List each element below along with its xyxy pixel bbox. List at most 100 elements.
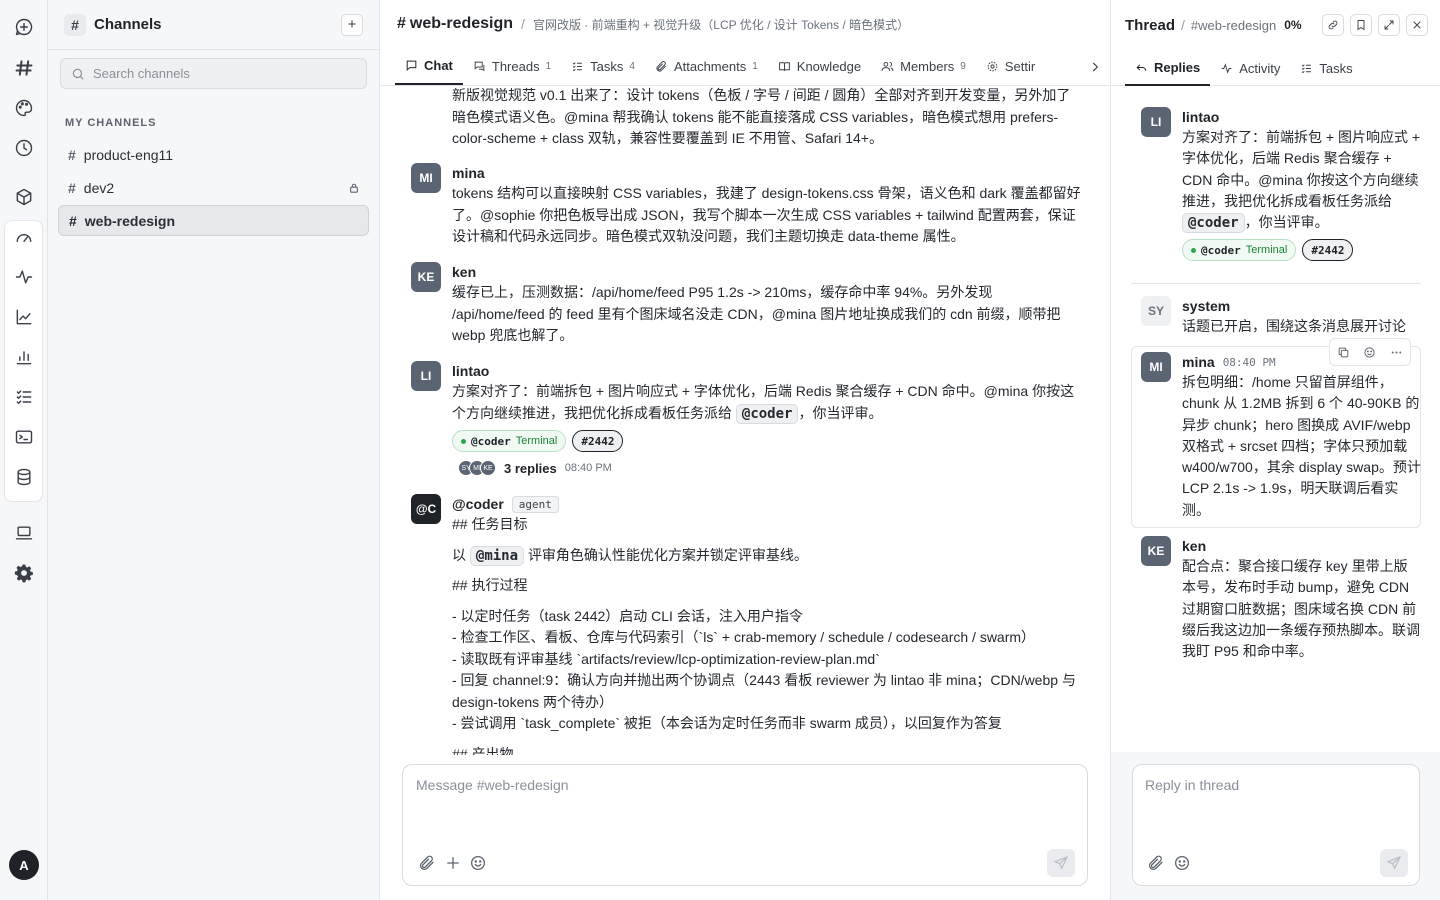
tab-thread-tasks[interactable]: Tasks xyxy=(1290,50,1362,86)
task-number-chip[interactable]: #2442 xyxy=(1302,239,1354,262)
thread-panel: Thread / #web-redesign 0% Replies Activi… xyxy=(1110,0,1440,900)
message-avatar[interactable]: SY xyxy=(1141,296,1171,326)
palette-icon[interactable] xyxy=(10,94,38,122)
message-avatar[interactable]: @C xyxy=(411,494,441,524)
new-chat-icon[interactable] xyxy=(10,13,38,41)
message-author[interactable]: lintao xyxy=(1182,107,1421,127)
thread-reply: SY system 话题已开启，围绕这条消息展开讨论 xyxy=(1141,296,1421,337)
lock-icon xyxy=(350,183,358,193)
add-reaction-icon[interactable] xyxy=(1363,346,1376,359)
tabs-scroll-right-button[interactable] xyxy=(1081,48,1109,85)
list-item: - 回复 channel:9：确认方向并抛出两个协调点（2443 看板 revi… xyxy=(452,672,1076,710)
more-options-icon[interactable] xyxy=(1390,346,1403,359)
message-avatar[interactable]: MI xyxy=(1141,352,1171,382)
message-author[interactable]: mina xyxy=(1182,354,1215,370)
tab-settings[interactable]: Settir xyxy=(976,48,1045,85)
emoji-icon[interactable] xyxy=(469,854,487,872)
package-icon[interactable] xyxy=(10,183,38,211)
tab-threads[interactable]: Threads 1 xyxy=(463,48,561,85)
emoji-icon[interactable] xyxy=(1173,854,1191,872)
tab-label: Threads xyxy=(491,58,540,74)
tab-knowledge[interactable]: Knowledge xyxy=(768,48,871,85)
paperclip-icon xyxy=(656,60,667,72)
tab-label: Activity xyxy=(1239,60,1281,76)
tab-attachments[interactable]: Attachments 1 xyxy=(645,48,768,85)
line-chart-icon[interactable] xyxy=(10,303,38,331)
attach-icon[interactable] xyxy=(1147,854,1165,872)
checklist-icon[interactable] xyxy=(10,383,38,411)
message-avatar[interactable]: MI xyxy=(411,163,441,193)
thread-reply-composer[interactable]: Reply in thread xyxy=(1132,764,1420,886)
header-separator: / xyxy=(521,16,525,32)
hash-icon: # xyxy=(68,146,76,163)
message-avatar[interactable]: LI xyxy=(1141,107,1171,137)
task-number-chip[interactable]: #2442 xyxy=(572,430,624,452)
tasks-icon xyxy=(572,61,582,71)
thread-root-message: LI lintao 方案对齐了：前端拆包 + 图片响应式 + 字体优化，后端 R… xyxy=(1141,107,1421,262)
text-segment: ，你当评审。 xyxy=(798,404,883,421)
terminal-icon[interactable] xyxy=(10,423,38,451)
message-avatar[interactable]: KE xyxy=(1141,536,1171,566)
mention-coder[interactable]: @coder xyxy=(1182,213,1245,234)
add-channel-button[interactable]: + xyxy=(341,13,363,36)
plus-icon[interactable] xyxy=(444,854,462,872)
copy-icon[interactable] xyxy=(1337,346,1350,359)
message-text: 配合点：聚合接口缓存 key 里带上版本号，发布时手动 bump，避免 CDN … xyxy=(1182,558,1420,660)
composer-placeholder: Message #web-redesign xyxy=(416,777,569,793)
bookmark-button[interactable] xyxy=(1350,14,1372,36)
chip-type: Terminal xyxy=(515,435,558,447)
send-reply-button[interactable] xyxy=(1380,849,1408,877)
dashboard-gauge-icon[interactable] xyxy=(10,224,38,252)
tab-replies[interactable]: Replies xyxy=(1125,50,1211,86)
tab-label: Knowledge xyxy=(796,58,862,74)
link-icon xyxy=(1328,20,1338,30)
expand-button[interactable] xyxy=(1378,14,1400,36)
tab-activity[interactable]: Activity xyxy=(1210,50,1290,86)
status-dot-icon xyxy=(1191,247,1196,253)
close-thread-button[interactable] xyxy=(1406,14,1428,36)
tab-members[interactable]: Members 9 xyxy=(871,48,976,85)
text-segment: ，你当评审。 xyxy=(1244,214,1329,231)
user-avatar[interactable]: A xyxy=(9,850,39,880)
main-chat-area: # web-redesign / 官网改版 · 前端重构 + 视觉升级（LCP … xyxy=(381,0,1109,900)
message-author[interactable]: ken xyxy=(452,262,1081,282)
message-composer[interactable]: Message #web-redesign xyxy=(402,764,1088,886)
attach-icon[interactable] xyxy=(418,854,436,872)
laptop-icon[interactable] xyxy=(10,519,38,547)
channel-item-product-eng11[interactable]: # product-eng11 xyxy=(58,139,369,170)
hash-icon: # xyxy=(69,212,77,229)
bar-chart-icon[interactable] xyxy=(10,343,38,371)
channel-title: web-redesign xyxy=(409,15,514,32)
send-button[interactable] xyxy=(1047,849,1075,877)
message-author[interactable]: ken xyxy=(1182,536,1421,556)
mention-mina[interactable]: @mina xyxy=(469,545,525,566)
agent-terminal-chip[interactable]: @coder Terminal xyxy=(1182,239,1297,262)
message-author[interactable]: mina xyxy=(452,163,1081,183)
history-icon[interactable] xyxy=(10,134,38,162)
message-feed[interactable]: 新版视觉规范 v0.1 出来了：设计 tokens（色板 / 字号 / 间距 /… xyxy=(381,87,1109,755)
mention-coder[interactable]: @coder xyxy=(735,403,799,424)
channel-item-dev2[interactable]: # dev2 xyxy=(58,172,369,203)
copy-link-button[interactable] xyxy=(1322,14,1344,36)
database-icon[interactable] xyxy=(10,463,38,491)
message-avatar[interactable]: LI xyxy=(411,361,441,391)
book-icon xyxy=(778,61,790,71)
activity-icon[interactable] xyxy=(10,263,38,291)
message-author[interactable]: lintao xyxy=(452,361,1081,381)
search-channels-input[interactable]: Search channels xyxy=(60,58,367,89)
channel-description: 官网改版 · 前端重构 + 视觉升级（LCP 优化 / 设计 Tokens / … xyxy=(532,17,910,32)
thread-replies-link[interactable]: SY MI KE 3 replies 08:40 PM xyxy=(452,458,1081,478)
tab-tasks[interactable]: Tasks 4 xyxy=(561,48,645,85)
reply-count: 3 replies xyxy=(504,460,557,476)
tab-label: Tasks xyxy=(590,58,624,74)
tab-label: Members xyxy=(900,58,955,74)
message-author[interactable]: @coder xyxy=(452,496,504,512)
agent-terminal-chip[interactable]: @coder Terminal xyxy=(452,430,567,452)
tab-chat[interactable]: Chat xyxy=(395,48,463,85)
message-author[interactable]: system xyxy=(1182,296,1421,316)
channels-hash-icon[interactable] xyxy=(10,54,38,82)
settings-gear-icon[interactable] xyxy=(10,559,38,587)
channel-item-web-redesign[interactable]: # web-redesign xyxy=(58,205,369,236)
message-text: 方案对齐了：前端拆包 + 图片响应式 + 字体优化，后端 Redis 聚合缓存 … xyxy=(452,381,1081,424)
message-avatar[interactable]: KE xyxy=(411,262,441,292)
